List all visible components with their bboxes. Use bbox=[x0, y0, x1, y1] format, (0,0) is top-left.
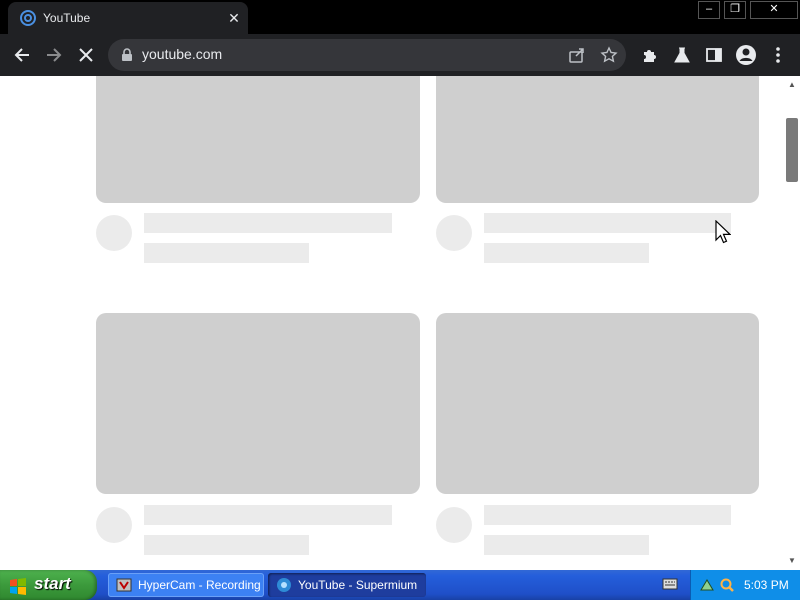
meta-placeholder bbox=[484, 535, 649, 555]
scrollbar-thumb[interactable] bbox=[786, 118, 798, 182]
restore-button[interactable]: ❐ bbox=[724, 1, 746, 19]
page-content bbox=[0, 76, 784, 570]
flask-icon bbox=[674, 47, 690, 63]
start-button[interactable]: start bbox=[0, 570, 97, 600]
avatar-icon bbox=[736, 45, 756, 65]
hypercam-icon bbox=[116, 578, 132, 592]
back-button[interactable] bbox=[10, 43, 34, 67]
system-tray: 5:03 PM bbox=[690, 570, 800, 600]
keyboard-icon[interactable] bbox=[662, 577, 678, 591]
menu-button[interactable] bbox=[766, 43, 790, 67]
tab-close-icon[interactable]: ✕ bbox=[226, 10, 242, 26]
close-window-button[interactable]: ✕ bbox=[750, 1, 798, 19]
arrow-left-icon bbox=[14, 48, 29, 62]
video-thumbnail-placeholder bbox=[96, 76, 420, 203]
page-scrollbar[interactable]: ▲ ▼ bbox=[784, 76, 800, 570]
supermium-icon bbox=[277, 578, 291, 592]
meta-placeholder bbox=[484, 243, 649, 263]
more-vertical-icon bbox=[776, 47, 780, 63]
window-controls: ‒ ❐ ✕ bbox=[696, 0, 800, 20]
video-thumbnail-placeholder bbox=[436, 76, 759, 203]
supermium-icon bbox=[20, 10, 36, 26]
windows-logo-icon bbox=[10, 578, 26, 595]
scroll-down-icon[interactable]: ▼ bbox=[784, 554, 800, 568]
meta-placeholder bbox=[144, 243, 309, 263]
scroll-up-icon[interactable]: ▲ bbox=[784, 78, 800, 92]
network-icon[interactable] bbox=[699, 577, 715, 593]
address-bar-url: youtube.com bbox=[142, 46, 223, 62]
taskbar-item-hypercam[interactable]: HyperCam - Recording bbox=[108, 573, 264, 597]
taskbar-item-label: YouTube - Supermium bbox=[298, 578, 418, 592]
address-bar[interactable]: youtube.com bbox=[108, 39, 626, 71]
channel-avatar-placeholder bbox=[96, 215, 132, 251]
side-panel-icon bbox=[706, 48, 722, 62]
close-icon bbox=[79, 48, 93, 62]
video-thumbnail-placeholder bbox=[96, 313, 420, 494]
meta-placeholder bbox=[144, 535, 309, 555]
side-panel-button[interactable] bbox=[702, 43, 726, 67]
title-placeholder bbox=[484, 505, 731, 525]
puzzle-icon bbox=[644, 50, 656, 62]
taskbar: start HyperCam - Recording YouTube - Sup… bbox=[0, 570, 800, 600]
extensions-button[interactable] bbox=[638, 43, 662, 67]
profile-button[interactable] bbox=[734, 43, 758, 67]
mouse-cursor-icon bbox=[715, 220, 731, 244]
title-placeholder bbox=[144, 213, 392, 233]
taskbar-item-supermium[interactable]: YouTube - Supermium bbox=[268, 573, 426, 597]
title-placeholder bbox=[484, 213, 731, 233]
title-placeholder bbox=[144, 505, 392, 525]
minimize-button[interactable]: ‒ bbox=[698, 1, 720, 19]
magnifier-icon[interactable] bbox=[719, 577, 735, 593]
taskbar-item-label: HyperCam - Recording bbox=[138, 578, 261, 592]
lock-icon bbox=[122, 48, 132, 61]
share-icon[interactable] bbox=[568, 46, 586, 64]
stop-loading-button[interactable] bbox=[74, 43, 98, 67]
channel-avatar-placeholder bbox=[436, 215, 472, 251]
arrow-right-icon bbox=[47, 48, 62, 62]
title-bar: YouTube ✕ ‒ ❐ ✕ bbox=[0, 0, 800, 34]
start-label: start bbox=[34, 574, 71, 593]
browser-tab[interactable]: YouTube ✕ bbox=[8, 2, 248, 34]
channel-avatar-placeholder bbox=[96, 507, 132, 543]
forward-button[interactable] bbox=[42, 43, 66, 67]
browser-toolbar: youtube.com bbox=[0, 34, 800, 76]
system-clock: 5:03 PM bbox=[744, 578, 789, 592]
labs-button[interactable] bbox=[670, 43, 694, 67]
bookmark-star-icon[interactable] bbox=[600, 46, 618, 64]
video-thumbnail-placeholder bbox=[436, 313, 759, 494]
tab-title: YouTube bbox=[43, 11, 91, 25]
channel-avatar-placeholder bbox=[436, 507, 472, 543]
